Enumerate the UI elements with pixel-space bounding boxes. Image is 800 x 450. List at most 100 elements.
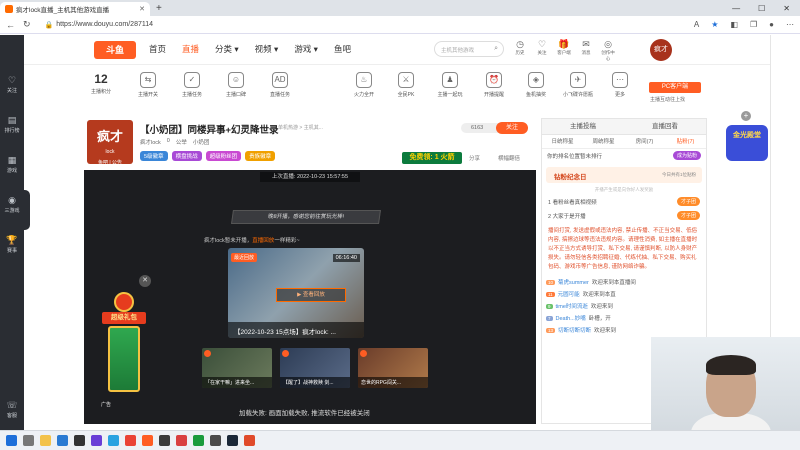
- app-icon[interactable]: [244, 435, 255, 446]
- close-window-icon[interactable]: ✕: [783, 4, 790, 13]
- douyu-icon[interactable]: [142, 435, 153, 446]
- room-avatar[interactable]: 疯才 lock 鱼吧 | 公告: [87, 120, 133, 166]
- replay-card[interactable]: 最近回放 06:16:40 ▶ 查看回放 【2022-10-23 15点场】疯才…: [228, 248, 364, 338]
- tab-weekly[interactable]: 周统称星: [583, 135, 624, 148]
- app-icon[interactable]: [176, 435, 187, 446]
- report-label[interactable]: 公举: [176, 138, 187, 146]
- edge-icon[interactable]: [108, 435, 119, 446]
- explorer-icon[interactable]: [40, 435, 51, 446]
- maximize-icon[interactable]: ☐: [758, 4, 765, 13]
- reload-icon[interactable]: ↻: [23, 19, 31, 30]
- quick-item[interactable]: ♟ 主播一起玩: [430, 72, 470, 98]
- pc-client-button[interactable]: PC客户端: [649, 82, 701, 93]
- chat-user[interactable]: Death...妙嘴: [556, 314, 586, 322]
- video-thumb[interactable]: 恋世的RPG闯关...: [358, 348, 428, 388]
- room-tag[interactable]: 小奶团: [193, 138, 210, 146]
- terminal-icon[interactable]: [74, 435, 85, 446]
- tab-anchor-posts[interactable]: 主播投稿: [542, 119, 624, 134]
- quick-item[interactable]: ☺ 主播口碑: [216, 72, 256, 98]
- close-tab-icon[interactable]: ✕: [139, 5, 145, 13]
- new-tab-button[interactable]: +: [156, 3, 162, 14]
- nav-video[interactable]: 视频 ▾: [255, 43, 279, 55]
- extension-icon[interactable]: ◧: [730, 20, 738, 29]
- host-name[interactable]: 疯才lock: [140, 138, 161, 146]
- search-icon[interactable]: [23, 435, 34, 446]
- nav-live[interactable]: 直播: [182, 43, 199, 55]
- free-gift-button[interactable]: 免费领: 1 火箭: [402, 152, 462, 164]
- message-button[interactable]: ✉ 消息: [578, 39, 594, 62]
- browser-tab[interactable]: 疯才lock直播_主机其他游戏直播 ✕: [0, 2, 150, 16]
- video-thumb[interactable]: 【醒了】战神救赎 剑...: [280, 348, 350, 388]
- history-button[interactable]: ◷ 历史: [512, 39, 528, 62]
- anchor-level[interactable]: 12 主播积分: [81, 72, 121, 95]
- tab-replays[interactable]: 直播回看: [624, 119, 706, 134]
- obs-icon[interactable]: [210, 435, 221, 446]
- collections-icon[interactable]: ❐: [750, 20, 757, 29]
- create-button[interactable]: ◎ 创作中心: [600, 39, 616, 62]
- douyu-logo[interactable]: 斗鱼: [94, 41, 136, 59]
- video-player[interactable]: 上次直播: 2022-10-23 15:57:55 晚8开播，感谢您前往赏玩光棒…: [84, 170, 536, 424]
- back-icon[interactable]: ←: [6, 20, 15, 30]
- search-icon[interactable]: ⌕: [494, 45, 498, 53]
- quick-item[interactable]: ◈ 鱼机抽奖: [516, 72, 556, 98]
- search-input[interactable]: 主机其他游戏 ⌕: [434, 41, 504, 57]
- nav-fishbar[interactable]: 鱼吧: [334, 43, 351, 55]
- tab-daily[interactable]: 日统称星: [542, 135, 583, 148]
- sidebar-item-ranking[interactable]: ▤ 排行榜: [0, 115, 24, 134]
- badge[interactable]: 贵族徽章: [245, 151, 276, 161]
- badge[interactable]: 超级粉丝团: [205, 151, 242, 161]
- gift-ad[interactable]: 超级礼包: [98, 288, 150, 400]
- quick-item[interactable]: ⏰ 开播提醒: [474, 72, 514, 98]
- follow-button[interactable]: 关注: [496, 122, 528, 134]
- nav-home[interactable]: 首页: [149, 43, 166, 55]
- sidebar-item-support[interactable]: ☏ 客服: [0, 400, 24, 419]
- sidebar-item-events[interactable]: 🏆 赛事: [0, 235, 24, 254]
- chrome-icon[interactable]: [125, 435, 136, 446]
- favorite-star-icon[interactable]: ★: [711, 20, 718, 29]
- quick-item[interactable]: AD 直播任务: [260, 72, 300, 98]
- start-icon[interactable]: [6, 435, 17, 446]
- app-icon[interactable]: [159, 435, 170, 446]
- badge[interactable]: 5级徽章: [140, 151, 168, 161]
- watch-replay-button[interactable]: ▶ 查看回放: [276, 288, 346, 302]
- nav-category[interactable]: 分类 ▾: [215, 43, 239, 55]
- quick-item[interactable]: ✈ 小飞碟许愿瓶: [558, 72, 598, 98]
- tab-fans[interactable]: 贴粉(7): [665, 135, 706, 148]
- quick-item[interactable]: ♨ 火力全开: [344, 72, 384, 98]
- video-thumb[interactable]: 「在家干嘛」进来坐...: [202, 348, 272, 388]
- quick-item[interactable]: ⇆ 主播开关: [128, 72, 168, 98]
- profile-icon[interactable]: ●: [769, 20, 774, 29]
- replay-link[interactable]: 直播回放: [252, 238, 274, 244]
- menu-icon[interactable]: ⋯: [786, 20, 794, 29]
- close-ad-icon[interactable]: ✕: [139, 275, 151, 287]
- read-aloud-icon[interactable]: A: [694, 20, 699, 29]
- nav-game[interactable]: 游戏 ▾: [294, 43, 318, 55]
- minimize-icon[interactable]: —: [732, 4, 740, 13]
- quick-item[interactable]: ✓ 主播任务: [172, 72, 212, 98]
- client-button[interactable]: 🎁 客户端: [556, 39, 572, 62]
- golden-hall-promo[interactable]: 金光殿堂: [726, 125, 768, 161]
- chat-user[interactable]: 菊虎summer: [558, 278, 589, 286]
- user-avatar[interactable]: 疯才: [650, 39, 672, 61]
- url-field[interactable]: 🔒 https://www.douyu.com/287114: [45, 21, 153, 29]
- app-icon[interactable]: [57, 435, 68, 446]
- quick-item[interactable]: ⚔ 全民PK: [386, 72, 426, 98]
- chat-user[interactable]: 元圆可能: [558, 290, 580, 298]
- task-go-button[interactable]: 才子团: [676, 197, 700, 206]
- quick-item[interactable]: ⋯ 更多: [600, 72, 640, 98]
- app-icon[interactable]: [91, 435, 102, 446]
- sidebar-item-follow[interactable]: ♡ 关注: [0, 75, 24, 94]
- share-button[interactable]: 分享: [469, 154, 480, 162]
- banner-double-button[interactable]: 横幅翻倍: [498, 154, 520, 162]
- task-go-button[interactable]: 才子团: [676, 211, 700, 220]
- follow-button[interactable]: ♡ 关注: [534, 39, 550, 62]
- become-fan-button[interactable]: 成为贴粉: [672, 151, 701, 160]
- room-category[interactable]: 单机热游 > 主机其...: [278, 124, 323, 131]
- badge[interactable]: 横盘挑战: [171, 151, 202, 161]
- tab-room[interactable]: 房间(7): [624, 135, 665, 148]
- sidebar-item-games[interactable]: ▦ 游戏: [0, 155, 24, 174]
- sidebar-expand-handle[interactable]: [20, 190, 30, 230]
- xbox-icon[interactable]: [193, 435, 204, 446]
- chat-user[interactable]: time时间流逝: [556, 302, 588, 310]
- chat-user[interactable]: 切断切断切断: [558, 326, 591, 334]
